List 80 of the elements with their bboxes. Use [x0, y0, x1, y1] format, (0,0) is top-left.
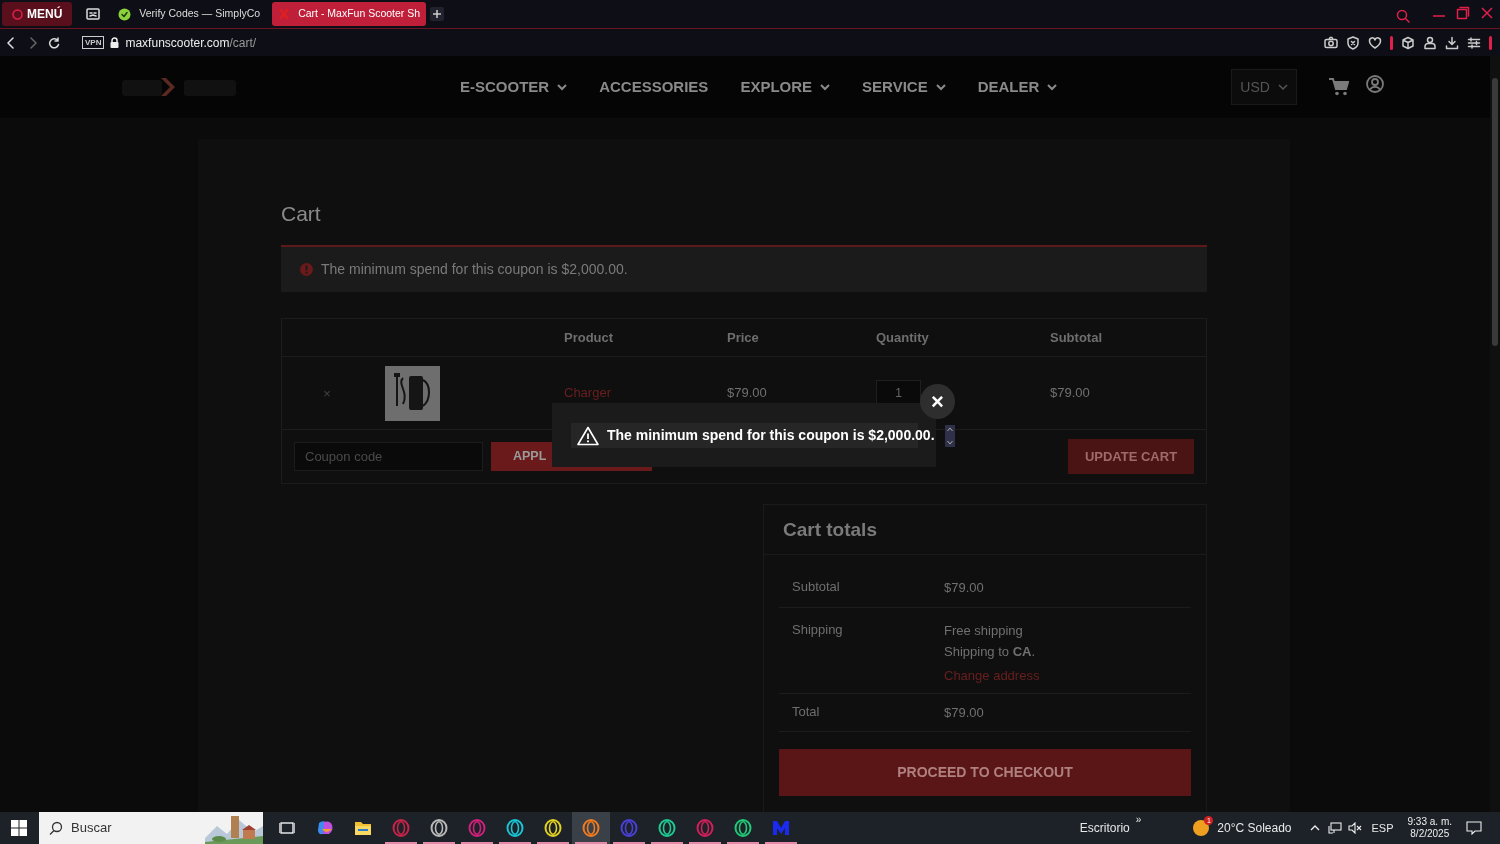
chevron-up-icon[interactable] — [1309, 825, 1320, 831]
total-label: Shipping — [791, 621, 844, 640]
task-view-icon — [279, 820, 295, 836]
more-toolbars-button[interactable]: » — [1135, 812, 1142, 827]
taskbar-search[interactable]: Buscar — [39, 812, 263, 844]
sidebar-toggle-icon[interactable] — [86, 8, 101, 20]
coupon-field[interactable]: Coupon code — [294, 442, 483, 472]
checkout-button[interactable]: PROCEED TO CHECKOUT — [779, 749, 1191, 797]
url-text[interactable]: maxfunscooter.com/cart/ — [125, 33, 257, 52]
restore-icon[interactable] — [1456, 6, 1470, 20]
total-value: Shipping to CA. — [944, 643, 1037, 662]
chevron-down-icon — [935, 83, 946, 91]
reload-icon[interactable] — [48, 36, 60, 49]
shield-icon[interactable] — [1346, 35, 1360, 50]
browser-logo-icon — [12, 8, 23, 20]
copilot-icon — [316, 819, 334, 837]
column-header: Subtotal — [1050, 329, 1102, 345]
clock-date[interactable]: 8/2/2025 — [1407, 828, 1452, 840]
page-title: Cart — [281, 201, 322, 227]
price-text: $79.00 — [727, 385, 767, 401]
new-tab-icon[interactable] — [430, 7, 445, 21]
check-circle-icon — [118, 7, 132, 21]
clock-time[interactable]: 9:33 a. m. — [1407, 816, 1452, 828]
forward-icon[interactable] — [28, 36, 38, 49]
camera-icon[interactable] — [1324, 35, 1338, 50]
total-label: Subtotal — [791, 578, 841, 597]
x-logo-icon — [278, 8, 291, 20]
total-label: Total — [791, 703, 821, 722]
sidebar-indicator — [1489, 35, 1492, 50]
m-logo-icon — [772, 820, 790, 836]
back-icon[interactable] — [6, 36, 16, 49]
browser-tab[interactable]: Cart - MaxFun Scooter Sh — [272, 2, 427, 26]
subtotal-text: $79.00 — [1050, 385, 1090, 401]
notifications-icon[interactable] — [1466, 821, 1482, 835]
total-value: $79.00 — [944, 704, 984, 723]
update-cart-button[interactable]: UPDATE CART — [1068, 439, 1194, 475]
nav-link[interactable]: ACCESSORIES — [599, 75, 709, 99]
chevron-down-icon — [557, 83, 568, 91]
column-header: Product — [564, 329, 614, 345]
chevron-down-icon — [820, 83, 831, 91]
chevron-down-icon — [1278, 83, 1289, 91]
volume-muted-icon[interactable] — [1347, 822, 1362, 834]
menu-button[interactable]: MENÚ — [2, 2, 73, 26]
person-icon[interactable] — [1423, 35, 1437, 50]
scrollbar[interactable] — [1490, 56, 1500, 812]
desktop-label[interactable]: Escritorio — [1079, 819, 1130, 837]
nav-link[interactable]: SERVICE — [862, 75, 946, 99]
network-icon[interactable] — [1327, 822, 1342, 834]
column-header: Price — [727, 329, 759, 345]
chevron-down-icon — [1047, 83, 1058, 91]
nav-link[interactable]: E-SCOOTER — [460, 75, 568, 99]
close-icon[interactable] — [1480, 6, 1494, 20]
notice-text: The minimum spend for this coupon is $2,000.00. — [321, 260, 628, 280]
account-icon[interactable] — [1366, 75, 1385, 93]
scroll-arrows-icon[interactable] — [944, 424, 955, 447]
lock-icon — [110, 37, 120, 48]
total-value: $79.00 — [944, 579, 984, 598]
folder-icon — [354, 820, 372, 836]
nav-link[interactable]: EXPLORE — [740, 75, 831, 99]
total-value: Free shipping — [944, 622, 1024, 641]
product-thumbnail-drawing — [385, 365, 440, 421]
warning-icon — [577, 425, 599, 446]
sliders-icon[interactable] — [1467, 35, 1481, 50]
vpn-badge[interactable]: VPN — [82, 36, 105, 49]
sidebar-indicator — [1390, 35, 1393, 50]
search-icon — [49, 821, 63, 835]
weather-text[interactable]: 20°C Soleado — [1217, 819, 1292, 837]
language-indicator[interactable]: ESP — [1371, 819, 1394, 837]
browser-tab[interactable]: Verify Codes — SimplyCo — [112, 2, 267, 26]
alert-message: The minimum spend for this coupon is $2,000.00. — [607, 426, 935, 445]
download-icon[interactable] — [1445, 35, 1459, 50]
cube-icon[interactable] — [1401, 35, 1415, 50]
heart-icon[interactable] — [1368, 35, 1382, 50]
section-title: Cart totals — [764, 505, 1206, 556]
column-header: Quantity — [876, 329, 929, 345]
cart-icon[interactable] — [1329, 78, 1350, 96]
nav-link[interactable]: DEALER — [977, 75, 1058, 99]
error-icon — [300, 263, 313, 277]
search-icon[interactable] — [1396, 9, 1410, 23]
windows-start-icon[interactable] — [11, 820, 27, 836]
